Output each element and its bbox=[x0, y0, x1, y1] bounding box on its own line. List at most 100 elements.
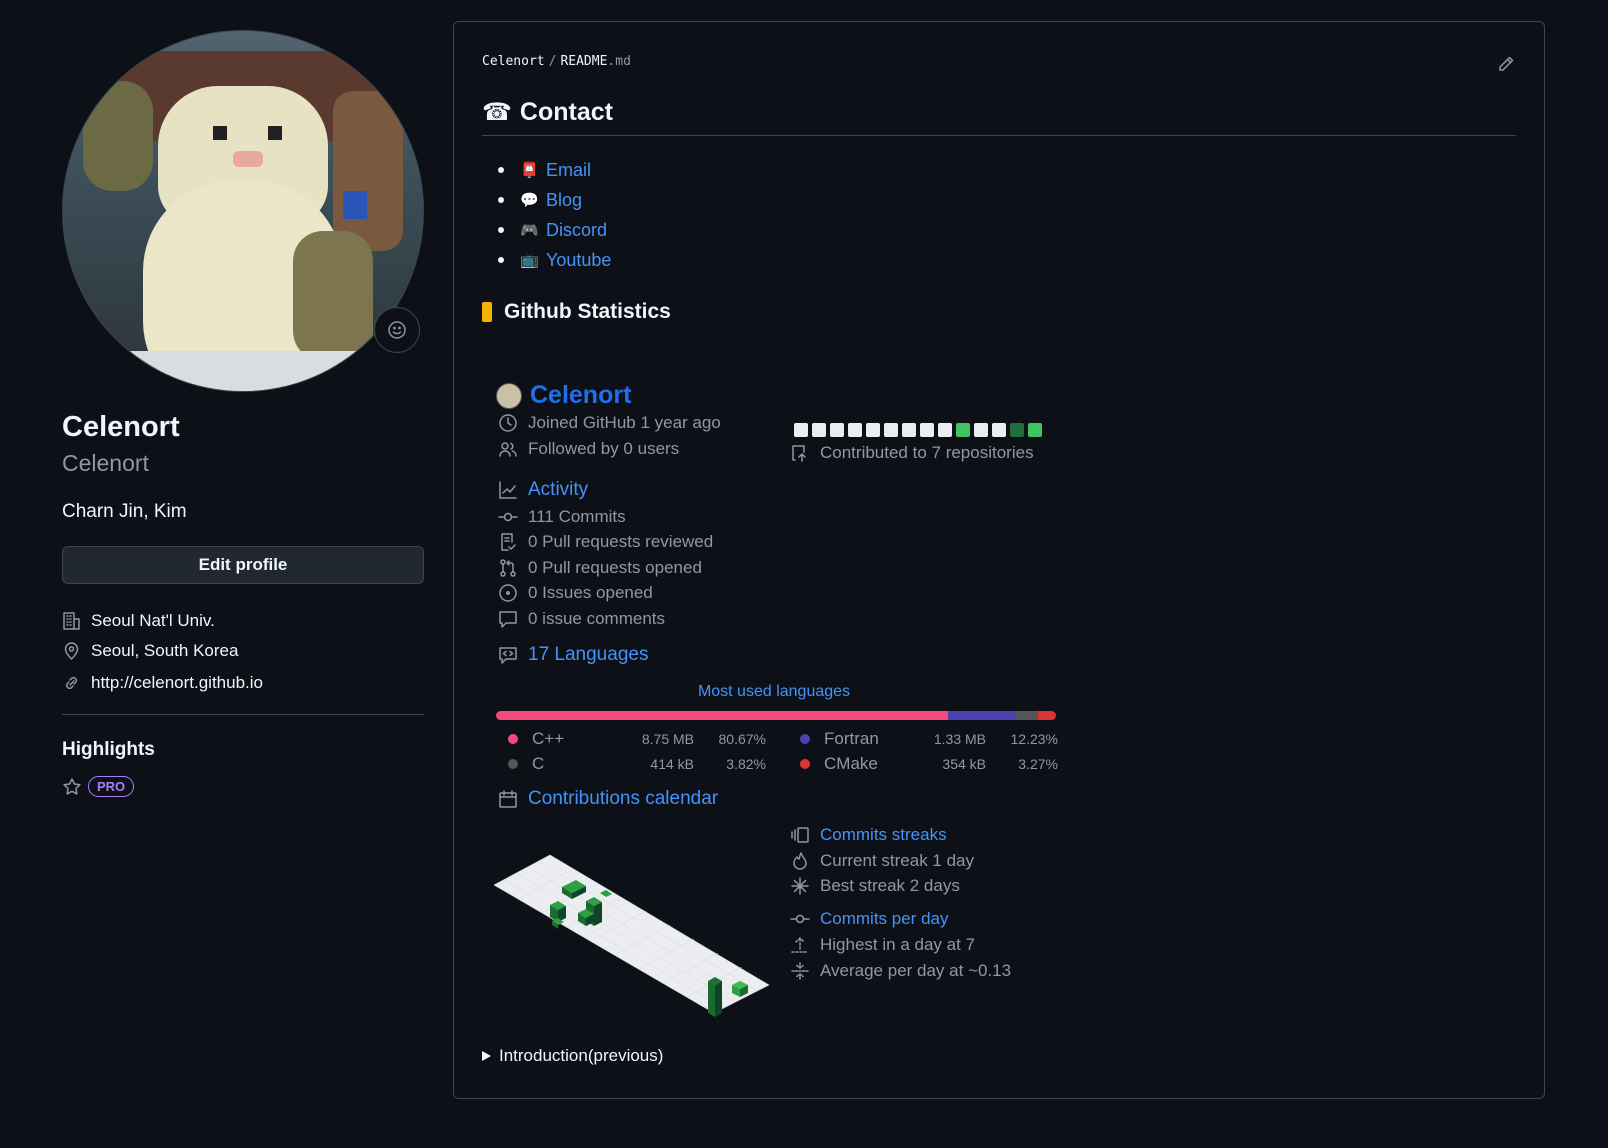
languages-heading-text: 17 Languages bbox=[528, 644, 649, 665]
language-color-dot bbox=[508, 759, 518, 769]
set-status-button[interactable] bbox=[374, 307, 420, 353]
languages-caption: Most used languages bbox=[697, 683, 851, 700]
introduction-details-toggle[interactable]: Introduction(previous) bbox=[482, 1046, 663, 1066]
recent-contributions bbox=[794, 423, 1042, 437]
readme-panel: Celenort / README.md ☎ Contact 📮 Email 💬 Blo… bbox=[453, 21, 1545, 1099]
contribution-day bbox=[866, 423, 880, 437]
highlights-row: PRO bbox=[62, 776, 135, 797]
pro-badge[interactable]: PRO bbox=[88, 776, 135, 797]
activity-heading: Activity bbox=[498, 479, 588, 501]
current-streak-text: Current streak 1 day bbox=[820, 851, 975, 870]
building-icon bbox=[63, 612, 80, 630]
versions-icon bbox=[791, 827, 809, 843]
telephone-icon: ☎ bbox=[482, 99, 512, 126]
language-percent: 80.67% bbox=[718, 731, 766, 747]
issue-opened-icon bbox=[499, 584, 517, 602]
language-bar-segment bbox=[496, 711, 948, 720]
language-item: CMake 354 kB 3.27% bbox=[800, 754, 1058, 774]
clock-icon bbox=[499, 414, 517, 432]
readme-extension: .md bbox=[607, 54, 631, 69]
language-size: 8.75 MB bbox=[641, 731, 694, 747]
language-color-dot bbox=[800, 734, 810, 744]
language-size: 354 kB bbox=[942, 756, 986, 772]
mailbox-icon: 📮 bbox=[520, 162, 539, 179]
calendar-grid bbox=[494, 854, 770, 1014]
readme-filename: README bbox=[560, 54, 608, 69]
language-bar-segment bbox=[1016, 711, 1038, 720]
profile-display-name: Celenort bbox=[62, 411, 180, 443]
contribution-day bbox=[884, 423, 898, 437]
languages-heading: 17 Languages bbox=[498, 644, 648, 666]
languages-bar bbox=[496, 711, 1056, 720]
game-controller-icon: 🎮 bbox=[520, 222, 539, 239]
issues-opened-text: 0 Issues opened bbox=[528, 583, 653, 602]
github-statistics-heading-text: Github Statistics bbox=[504, 300, 671, 323]
readme-breadcrumb: Celenort / README.md bbox=[482, 54, 631, 69]
contribution-day bbox=[956, 423, 970, 437]
discord-link[interactable]: Discord bbox=[546, 220, 607, 241]
pr-opened-text: 0 Pull requests opened bbox=[528, 558, 702, 577]
bar-chart-icon bbox=[482, 302, 492, 322]
path-separator: / bbox=[548, 54, 557, 69]
contact-heading: ☎ Contact bbox=[482, 98, 613, 127]
sparkle-icon bbox=[791, 877, 809, 895]
contributed-text: Contributed to 7 repositories bbox=[820, 443, 1034, 462]
website-link[interactable]: http://celenort.github.io bbox=[91, 673, 263, 693]
link-icon bbox=[65, 676, 78, 690]
commits-text: 111 Commits bbox=[528, 507, 626, 526]
organization-text: Seoul Nat'l Univ. bbox=[91, 611, 215, 630]
calendar-icon bbox=[499, 790, 517, 808]
profile-sidebar bbox=[62, 30, 424, 392]
issue-comments-text: 0 issue comments bbox=[528, 609, 665, 628]
profile-username: Celenort bbox=[62, 450, 149, 476]
star-icon bbox=[63, 777, 81, 795]
language-bar-segment bbox=[1037, 711, 1056, 720]
people-icon bbox=[499, 442, 517, 457]
contact-item-email: 📮 Email bbox=[498, 155, 611, 185]
profile-location: Seoul, South Korea bbox=[62, 641, 238, 661]
language-item: C++ 8.75 MB 80.67% bbox=[508, 729, 766, 749]
comment-icon bbox=[499, 611, 517, 628]
pencil-icon bbox=[1499, 56, 1514, 71]
followers-text: Followed by 0 users bbox=[528, 439, 680, 458]
language-name: C++ bbox=[532, 729, 565, 748]
metrics-card[interactable]: Celenort Joined GitHub 1 year ago Follow… bbox=[494, 355, 1074, 1035]
contribution-day bbox=[830, 423, 844, 437]
disclosure-triangle-icon bbox=[482, 1051, 491, 1061]
fold-icon bbox=[791, 962, 809, 980]
contribution-day bbox=[1028, 423, 1042, 437]
blog-link[interactable]: Blog bbox=[546, 190, 582, 211]
file-check-icon bbox=[501, 533, 516, 551]
profile-bio: Charn Jin, Kim bbox=[62, 501, 187, 522]
profile-avatar[interactable] bbox=[62, 30, 424, 392]
edit-readme-button[interactable] bbox=[1496, 54, 1516, 79]
language-size: 414 kB bbox=[650, 756, 694, 772]
calendar-heading: Contributions calendar bbox=[498, 788, 718, 810]
contact-item-blog: 💬 Blog bbox=[498, 185, 611, 215]
followers-row: Followed by 0 users bbox=[498, 439, 679, 459]
edit-profile-button[interactable]: Edit profile bbox=[62, 546, 424, 584]
location-pin-icon bbox=[64, 642, 79, 660]
readme-owner-link[interactable]: Celenort bbox=[482, 54, 545, 69]
youtube-link[interactable]: Youtube bbox=[546, 250, 611, 271]
television-icon: 📺 bbox=[520, 252, 539, 269]
joined-row: Joined GitHub 1 year ago bbox=[498, 413, 721, 433]
language-bar-segment bbox=[947, 711, 1017, 720]
streaks-heading-text: Commits streaks bbox=[820, 825, 947, 844]
sidebar-divider bbox=[62, 714, 424, 715]
email-link[interactable]: Email bbox=[546, 160, 591, 181]
flame-icon bbox=[793, 852, 807, 870]
commit-icon bbox=[790, 914, 810, 924]
profile-website[interactable]: http://celenort.github.io bbox=[62, 673, 263, 693]
streaks-heading: Commits streaks bbox=[790, 825, 947, 845]
contribution-day bbox=[974, 423, 988, 437]
github-statistics-heading: Github Statistics bbox=[482, 300, 671, 324]
contact-item-discord: 🎮 Discord bbox=[498, 215, 611, 245]
contribution-day bbox=[848, 423, 862, 437]
contribution-day bbox=[794, 423, 808, 437]
contact-heading-text: Contact bbox=[519, 98, 613, 126]
per-day-heading: Commits per day bbox=[790, 909, 948, 929]
isometric-calendar bbox=[494, 854, 770, 1017]
contribution-day bbox=[902, 423, 916, 437]
per-day-heading-text: Commits per day bbox=[820, 909, 949, 928]
